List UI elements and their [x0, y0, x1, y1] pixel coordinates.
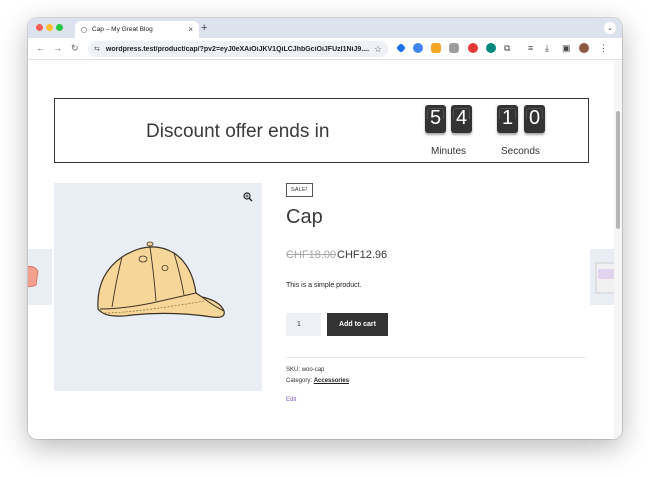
scrollbar-thumb[interactable]: [616, 111, 620, 229]
minutes-label: Minutes: [431, 146, 467, 157]
reading-list-icon[interactable]: ≡: [528, 42, 533, 54]
countdown-text: Discount offer ends in: [146, 121, 330, 142]
add-to-cart-button[interactable]: Add to cart: [327, 313, 388, 336]
edit-link[interactable]: Edit: [286, 397, 296, 403]
seconds-digit-tens: 1: [497, 105, 518, 133]
product-title: Cap: [286, 206, 323, 228]
url-text[interactable]: wordpress.test/product/cap/?pv2=eyJ0eXAi…: [106, 46, 370, 53]
reload-button[interactable]: ↻: [71, 42, 79, 54]
browser-toolbar: ← → ↻ ⇆ wordpress.test/product/cap/?pv2=…: [28, 38, 622, 60]
extensions-puzzle-icon[interactable]: ⧉: [504, 42, 510, 54]
quantity-input[interactable]: 1: [286, 313, 321, 336]
page-content: Discount offer ends in 5 4 Minutes 1 0 S…: [28, 61, 622, 439]
regular-price: CHF18.00: [286, 249, 337, 261]
tab-active[interactable]: Cap – My Great Blog ×: [75, 21, 199, 38]
quantity-value[interactable]: 1: [297, 321, 301, 328]
site-info-icon[interactable]: ⇆: [94, 45, 100, 53]
download-icon[interactable]: ⤓: [545, 42, 549, 54]
category-line: Category: Accessories: [286, 378, 349, 384]
globe-icon: [81, 26, 87, 33]
cap-product-image[interactable]: [92, 235, 228, 325]
scrollbar[interactable]: [614, 61, 622, 439]
next-product-link[interactable]: [590, 249, 614, 305]
sku-line: SKU: woo-cap: [286, 367, 324, 373]
back-button[interactable]: ←: [36, 42, 45, 54]
tag-extension-icon[interactable]: [396, 43, 406, 53]
minutes-digit-ones: 4: [451, 105, 472, 133]
profile-avatar[interactable]: [579, 43, 589, 53]
category-label: Category:: [286, 378, 313, 384]
maximize-window-button[interactable]: [56, 24, 63, 31]
new-tab-button[interactable]: +: [201, 21, 207, 35]
color-extension-icon[interactable]: [468, 43, 478, 53]
browser-menu-icon[interactable]: ⋮: [599, 42, 608, 54]
sale-price: CHF12.96: [337, 249, 388, 261]
sku-value: woo-cap: [301, 367, 325, 373]
tab-close-icon[interactable]: ×: [188, 25, 193, 34]
category-link[interactable]: Accessories: [314, 378, 349, 384]
previous-product-thumbnail: [28, 265, 39, 288]
tab-strip: Cap – My Great Blog × + ⌄: [28, 18, 622, 38]
tab-search-button[interactable]: ⌄: [604, 22, 616, 34]
sale-badge: SALE!: [286, 183, 313, 197]
side-panel-icon[interactable]: ▣: [562, 42, 571, 54]
eye-extension-icon[interactable]: [486, 43, 496, 53]
divider: [286, 357, 586, 358]
shield-extension-icon[interactable]: [413, 43, 423, 53]
product-gallery: [54, 183, 262, 391]
address-bar[interactable]: ⇆ wordpress.test/product/cap/?pv2=eyJ0eX…: [88, 41, 388, 57]
tab-title: Cap – My Great Blog: [92, 26, 153, 33]
grid-extension-icon[interactable]: [449, 43, 459, 53]
zoom-icon[interactable]: [243, 192, 253, 202]
short-description: This is a simple product.: [286, 282, 362, 289]
minimize-window-button[interactable]: [46, 24, 53, 31]
bookmark-star-icon[interactable]: ☆: [374, 44, 382, 55]
countdown-banner: Discount offer ends in 5 4 Minutes 1 0 S…: [54, 98, 589, 163]
browser-window: Cap – My Great Blog × + ⌄ ← → ↻ ⇆ wordpr…: [28, 18, 622, 439]
next-product-thumbnail: [595, 262, 614, 294]
x-extension-icon[interactable]: [431, 43, 441, 53]
seconds-digit-ones: 0: [524, 105, 545, 133]
close-window-button[interactable]: [36, 24, 43, 31]
forward-button[interactable]: →: [53, 42, 62, 54]
sku-label: SKU:: [286, 367, 301, 373]
previous-product-link[interactable]: [28, 249, 52, 305]
seconds-label: Seconds: [501, 146, 540, 157]
minutes-digit-tens: 5: [425, 105, 446, 133]
